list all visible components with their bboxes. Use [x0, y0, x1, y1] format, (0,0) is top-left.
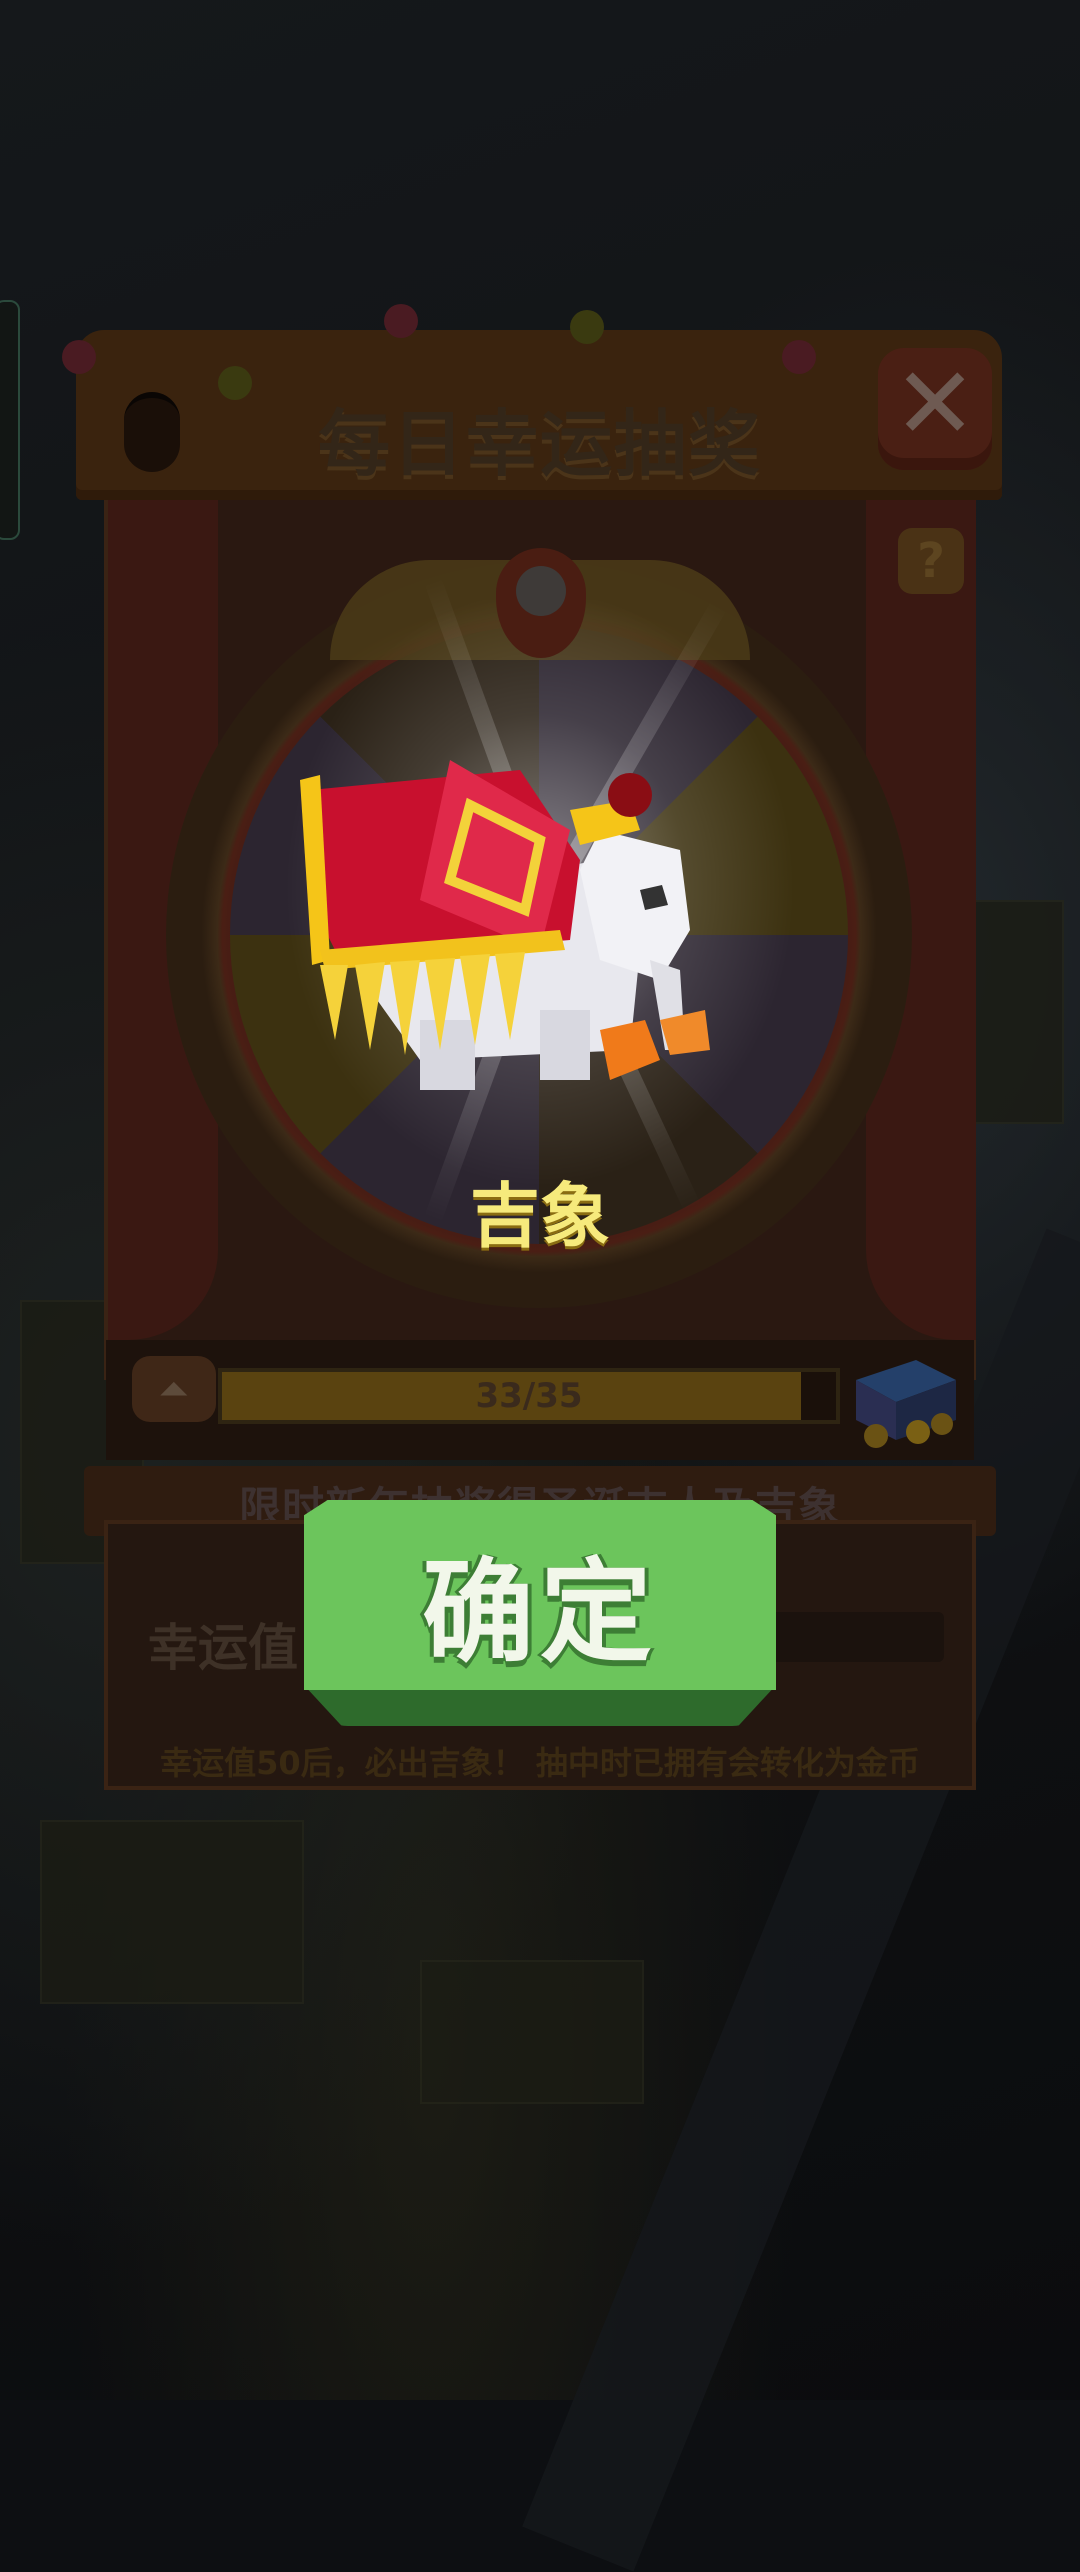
chevron-up-icon: ⏶	[158, 1367, 190, 1411]
luck-value-label: 幸运值	[148, 1619, 298, 1677]
marquee-bulb	[782, 340, 816, 374]
marquee-bulb	[570, 310, 604, 344]
confirm-button-label: 确定	[422, 1548, 658, 1678]
marquee-bulb	[62, 340, 96, 374]
elephant-icon	[300, 760, 710, 1090]
dialog-title: 每日幸运抽奖	[317, 402, 762, 486]
progress-text: 33/35	[475, 1376, 583, 1416]
luck-footnote: 幸运值50后，必出吉象！ 抽中时已拥有会转化为金币	[160, 1744, 920, 1782]
help-icon: ?	[917, 533, 945, 589]
confirm-button[interactable]: 确定	[304, 1500, 776, 1726]
header-decoration	[124, 392, 180, 472]
marquee-bulb	[218, 366, 252, 400]
marquee-bulb	[384, 304, 418, 338]
close-button[interactable]: ✕	[878, 348, 992, 470]
help-button[interactable]: ?	[898, 528, 964, 594]
prize-name: 吉象	[470, 1175, 610, 1257]
progress-bar: 33/35	[218, 1368, 840, 1424]
gift-box-icon[interactable]	[846, 1340, 962, 1448]
progress-toggle-button[interactable]: ⏶	[132, 1356, 216, 1422]
side-panel-tab[interactable]	[0, 300, 20, 540]
close-icon: ✕	[893, 345, 977, 462]
